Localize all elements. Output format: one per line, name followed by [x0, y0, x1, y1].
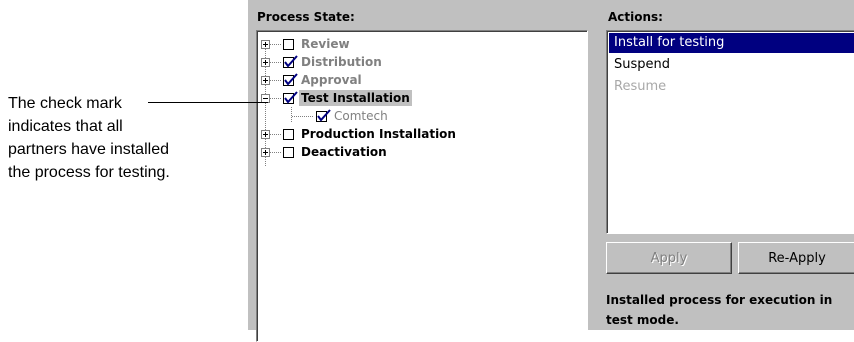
tree-dots — [270, 133, 281, 135]
status-description: Installed process for execution in test … — [606, 290, 854, 330]
tree-node-label: Deactivation — [301, 145, 387, 159]
process-panel: Process State: Review Distribution Appro… — [248, 0, 854, 342]
callout-line: The check mark — [8, 95, 122, 112]
check-mark-icon — [284, 90, 298, 104]
expand-icon[interactable] — [261, 147, 270, 157]
tree-node-comtech[interactable]: Comtech — [292, 107, 390, 125]
callout-leader-line — [148, 102, 268, 103]
checkbox-checked[interactable] — [283, 54, 298, 68]
status-line: Installed process for execution in — [606, 293, 833, 307]
tree-node-deactivation[interactable]: Deactivation — [261, 143, 389, 161]
callout-annotation: The check mark indicates that all partne… — [8, 92, 208, 184]
checkbox-checked[interactable] — [316, 108, 331, 122]
apply-button[interactable]: Apply — [606, 242, 732, 274]
action-install-for-testing[interactable]: Install for testing — [609, 33, 854, 53]
action-resume: Resume — [614, 79, 667, 94]
tree-node-label: Test Installation — [299, 90, 412, 106]
tree-dots — [270, 43, 281, 45]
reapply-button[interactable]: Re-Apply — [738, 242, 854, 274]
expand-icon[interactable] — [261, 129, 270, 139]
tree-dots — [270, 79, 281, 81]
checkbox-checked[interactable] — [283, 90, 298, 104]
callout-line: the process for testing. — [8, 164, 170, 181]
tree-node-label: Production Installation — [301, 127, 456, 141]
checkbox-unchecked[interactable] — [283, 146, 294, 158]
tree-node-label: Distribution — [301, 55, 382, 69]
actions-label: Actions: — [608, 10, 663, 24]
tree-node-distribution[interactable]: Distribution — [261, 53, 384, 71]
tree-dots — [270, 151, 281, 153]
expand-icon[interactable] — [261, 57, 270, 67]
callout-line: indicates that all — [8, 118, 123, 135]
tree-dots — [270, 61, 281, 63]
callout-line: partners have installed — [8, 141, 169, 158]
expand-icon[interactable] — [261, 75, 270, 85]
check-mark-icon — [317, 108, 331, 122]
process-state-label: Process State: — [257, 10, 355, 24]
tree-node-label: Review — [301, 37, 350, 51]
check-mark-icon — [284, 54, 298, 68]
checkbox-checked[interactable] — [283, 72, 298, 86]
tree-node-test-installation[interactable]: Test Installation — [261, 89, 412, 107]
expand-icon[interactable] — [261, 39, 270, 49]
tree-node-approval[interactable]: Approval — [261, 71, 364, 89]
actions-list[interactable]: Install for testing Suspend Resume — [606, 30, 854, 234]
tree-node-label: Comtech — [334, 109, 388, 123]
checkbox-unchecked[interactable] — [283, 38, 294, 50]
action-suspend[interactable]: Suspend — [609, 55, 854, 75]
status-line: test mode. — [606, 313, 679, 327]
tree-node-label: Approval — [301, 73, 362, 87]
tree-dots — [270, 97, 281, 99]
checkbox-unchecked[interactable] — [283, 128, 294, 140]
tree-node-review[interactable]: Review — [261, 35, 352, 53]
tree-dots — [292, 115, 314, 117]
check-mark-icon — [284, 72, 298, 86]
process-state-tree[interactable]: Review Distribution Approval Test Instal… — [256, 30, 588, 342]
tree-node-production-installation[interactable]: Production Installation — [261, 125, 458, 143]
